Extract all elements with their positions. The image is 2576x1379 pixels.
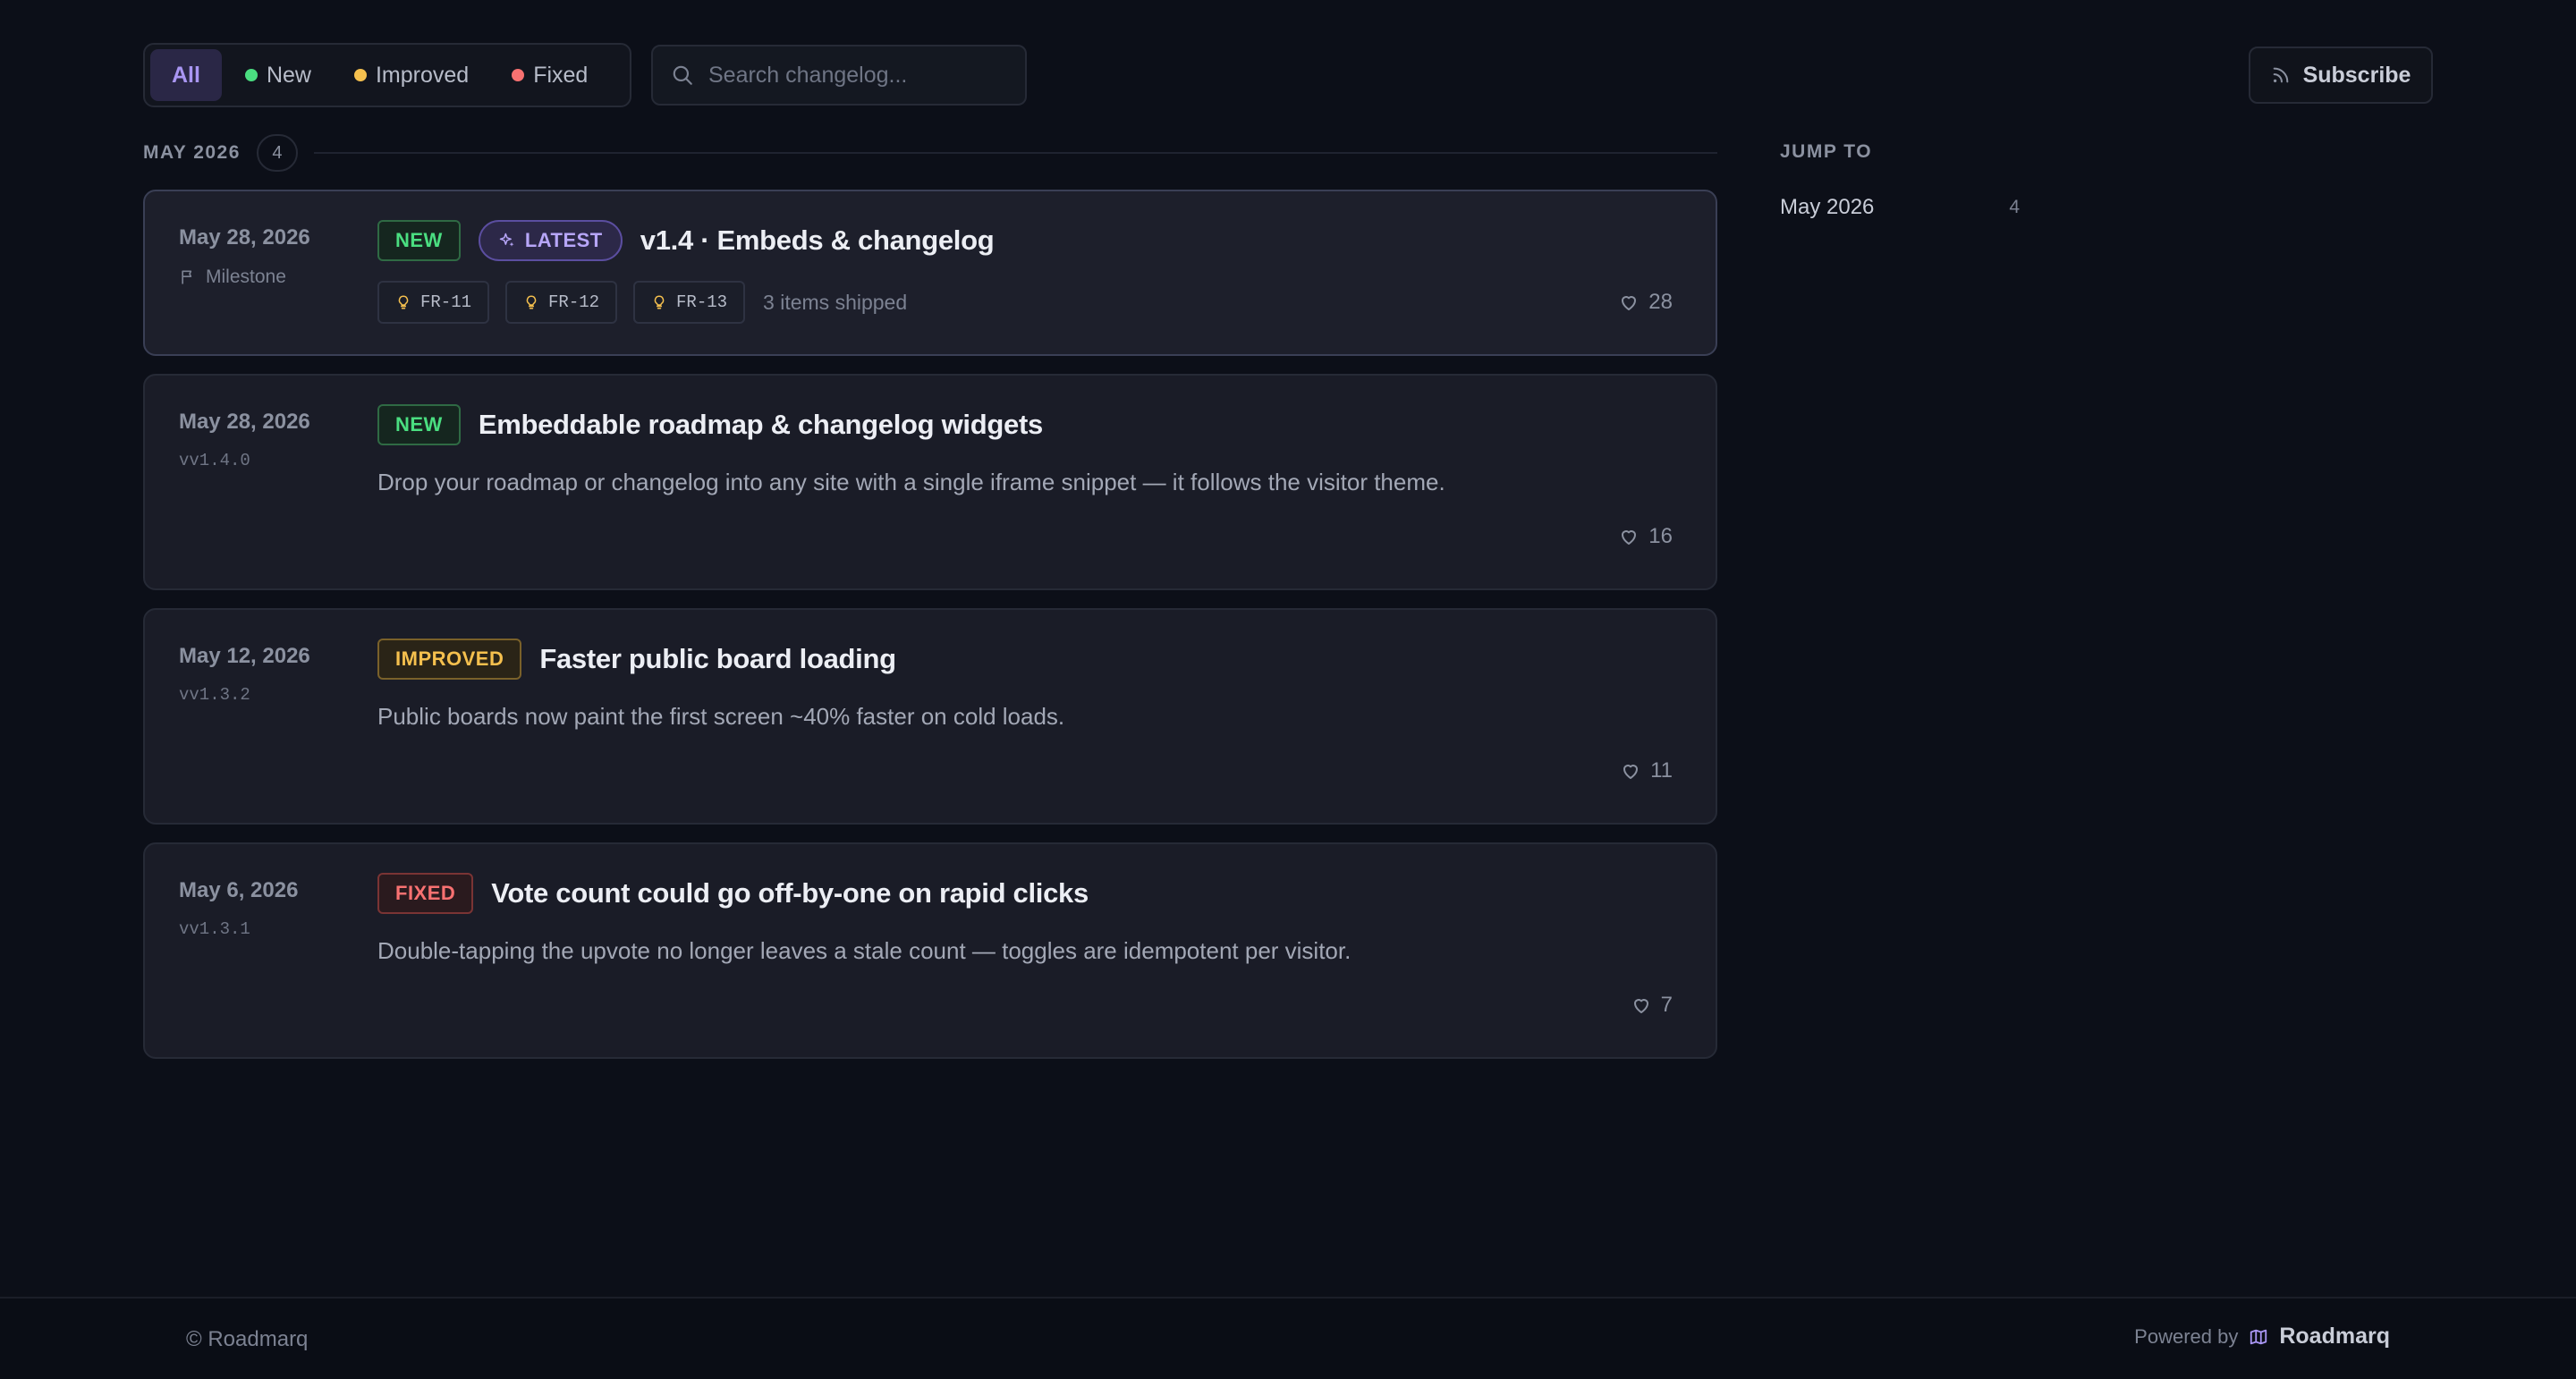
footer-copyright: © Roadmarq (186, 1327, 309, 1351)
powered-by-label: Powered by (2134, 1324, 2239, 1348)
entry-date: May 6, 2026 (179, 878, 299, 902)
lightbulb-icon (526, 295, 537, 309)
filter-fixed-label: Fixed (533, 62, 589, 88)
entry-title[interactable]: Embeddable roadmap & changelog widgets (479, 409, 1043, 441)
changelog-entry-milestone[interactable]: May 28, 2026 Milestone NEW LATEST v1.4 ·… (143, 190, 1717, 356)
entry-title[interactable]: Faster public board loading (539, 643, 896, 675)
rss-icon (2273, 67, 2288, 83)
fixed-dot-icon (512, 69, 525, 81)
entry-description: Public boards now paint the first screen… (377, 703, 1065, 730)
like-count: 16 (1648, 524, 1673, 548)
entry-header: NEW LATEST v1.4 · Embeds & changelog (377, 220, 995, 261)
flag-icon (182, 270, 192, 284)
entry-header: IMPROVED Faster public board loading (377, 639, 896, 680)
heart-icon (1623, 765, 1639, 779)
search-box (651, 45, 1027, 106)
month-header: MAY 2026 4 (143, 134, 1717, 172)
improved-badge: IMPROVED (377, 639, 522, 680)
chip-label: FR-11 (420, 292, 472, 312)
lightbulb-icon (398, 295, 409, 309)
changelog-entry[interactable]: May 12, 2026 vv1.3.2 IMPROVED Faster pub… (143, 608, 1717, 825)
entry-date: May 12, 2026 (179, 644, 310, 668)
filter-improved[interactable]: Improved (335, 49, 488, 101)
changelog-entry[interactable]: May 28, 2026 vv1.4.0 NEW Embeddable road… (143, 374, 1717, 590)
search-icon (673, 65, 692, 85)
filter-improved-label: Improved (375, 62, 470, 88)
entry-title[interactable]: v1.4 · Embeds & changelog (640, 224, 995, 257)
entry-header: NEW Embeddable roadmap & changelog widge… (377, 404, 1043, 445)
jump-to-heading: JUMP TO (1780, 141, 1873, 162)
month-divider (313, 152, 1717, 154)
new-badge: NEW (377, 220, 461, 261)
latest-badge: LATEST (478, 220, 623, 261)
filter-all[interactable]: All (150, 49, 222, 101)
subscribe-button[interactable]: Subscribe (2249, 47, 2433, 104)
items-shipped-count: 3 items shipped (763, 290, 908, 314)
entry-title[interactable]: Vote count could go off-by-one on rapid … (491, 877, 1089, 909)
like-button[interactable]: 28 (1618, 290, 1673, 315)
entry-version: vv1.3.2 (179, 685, 250, 705)
entry-version: vv1.3.1 (179, 919, 250, 939)
lightbulb-icon (654, 295, 665, 309)
powered-by-link[interactable]: Powered by Roadmarq (2134, 1324, 2390, 1349)
latest-badge-label: LATEST (524, 229, 603, 251)
fixed-badge: FIXED (377, 873, 474, 914)
chip-label: FR-12 (548, 292, 600, 312)
jump-month-label: May 2026 (1780, 195, 1875, 219)
heart-icon (1633, 999, 1648, 1013)
like-count: 28 (1648, 290, 1673, 314)
filter-all-label: All (172, 62, 200, 88)
like-button[interactable]: 11 (1620, 758, 1673, 783)
footer: © Roadmarq Powered by Roadmarq (0, 1297, 2576, 1379)
like-count: 11 (1650, 758, 1673, 783)
new-badge: NEW (377, 404, 461, 445)
filter-new[interactable]: New (225, 49, 331, 101)
month-label: MAY 2026 (143, 142, 241, 163)
entry-date: May 28, 2026 (179, 410, 310, 434)
entry-milestone-label: Milestone (206, 266, 286, 287)
feature-request-chips: FR-11 FR-12 FR-13 3 items shipped (377, 281, 907, 324)
jump-month-count: 4 (2009, 197, 2020, 217)
entry-milestone-tag: Milestone (179, 266, 286, 288)
changelog-page: All New Improved Fixed Subscribe (0, 0, 2576, 1379)
sparkle-icon (499, 233, 514, 247)
filter-group: All New Improved Fixed (143, 43, 631, 107)
feature-request-chip[interactable]: FR-13 (633, 281, 746, 324)
map-icon (2250, 1329, 2267, 1344)
month-count-badge: 4 (256, 134, 298, 172)
like-button[interactable]: 16 (1618, 524, 1673, 549)
improved-dot-icon (353, 69, 367, 81)
footer-brand: Roadmarq (2279, 1324, 2390, 1349)
filter-new-label: New (266, 62, 311, 88)
heart-icon (1622, 530, 1637, 545)
changelog-entry[interactable]: May 6, 2026 vv1.3.1 FIXED Vote count cou… (143, 842, 1717, 1059)
feature-request-chip[interactable]: FR-11 (377, 281, 490, 324)
search-input[interactable] (708, 62, 995, 89)
like-button[interactable]: 7 (1631, 993, 1673, 1018)
filter-fixed[interactable]: Fixed (492, 49, 607, 101)
entry-version: vv1.4.0 (179, 451, 250, 470)
like-count: 7 (1660, 993, 1673, 1017)
heart-icon (1622, 296, 1637, 310)
entry-header: FIXED Vote count could go off-by-one on … (377, 873, 1089, 914)
entry-description: Double-tapping the upvote no longer leav… (377, 937, 1352, 964)
entry-description: Drop your roadmap or changelog into any … (377, 469, 1445, 495)
jump-to-month-link[interactable]: May 2026 4 (1780, 190, 2020, 225)
entry-date: May 28, 2026 (179, 225, 310, 250)
new-dot-icon (244, 69, 258, 81)
feature-request-chip[interactable]: FR-12 (505, 281, 618, 324)
subscribe-label: Subscribe (2302, 62, 2411, 88)
chip-label: FR-13 (676, 292, 728, 312)
